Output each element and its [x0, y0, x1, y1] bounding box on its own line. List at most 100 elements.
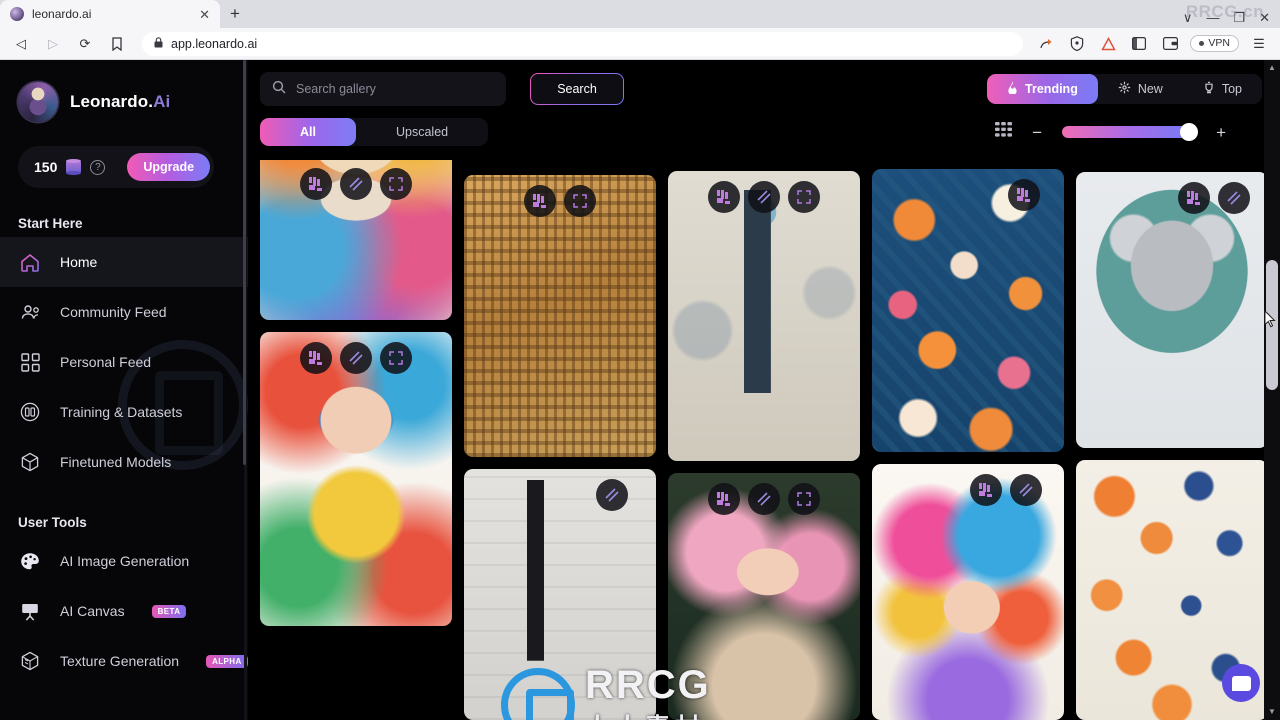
- app-viewport: Leonardo.Ai 150 ? Upgrade Start Here Hom…: [0, 60, 1280, 720]
- gallery-card[interactable]: [464, 468, 656, 720]
- sidebar-item-label: Training & Datasets: [60, 404, 183, 420]
- sidebar-icon[interactable]: [1128, 31, 1150, 57]
- remix-icon[interactable]: [300, 168, 332, 200]
- section-title-user-tools: User Tools: [18, 515, 87, 530]
- upgrade-button[interactable]: Upgrade: [127, 153, 211, 181]
- texture-cube-icon: [18, 651, 42, 671]
- vpn-button[interactable]: VPN: [1190, 35, 1239, 52]
- training-icon: [18, 402, 42, 422]
- chat-support-button[interactable]: [1222, 664, 1260, 702]
- search-input[interactable]: [296, 82, 494, 96]
- zoom-slider-knob[interactable]: [1180, 123, 1199, 141]
- grid-density-icon[interactable]: [995, 122, 1013, 142]
- help-icon[interactable]: ?: [90, 159, 106, 175]
- sidebar-scrollbar-track[interactable]: [243, 60, 247, 720]
- remix-icon[interactable]: [970, 474, 1002, 507]
- card-actions: [1076, 182, 1268, 214]
- minimize-icon[interactable]: —: [1206, 11, 1219, 24]
- gallery-card[interactable]: [260, 160, 452, 320]
- new-tab-button[interactable]: +: [220, 0, 250, 28]
- gallery-toolbar: Search Trending New: [248, 60, 1280, 160]
- bookmark-icon[interactable]: [104, 31, 130, 57]
- gallery-card[interactable]: [872, 169, 1064, 453]
- sidebar-item-ai-canvas[interactable]: AI Canvas BETA: [0, 586, 248, 636]
- tab-trending[interactable]: Trending: [987, 74, 1098, 104]
- share-icon[interactable]: [1035, 31, 1057, 57]
- tab-title: leonardo.ai: [32, 7, 92, 21]
- wallet-icon[interactable]: [1159, 31, 1181, 57]
- sidebar-item-label: AI Canvas: [60, 603, 125, 619]
- tab-new[interactable]: New: [1098, 74, 1183, 104]
- expand-icon[interactable]: [788, 482, 820, 515]
- brave-shield-icon[interactable]: [1066, 31, 1088, 57]
- sidebar-item-texture-generation[interactable]: Texture Generation ALPHA: [0, 636, 248, 686]
- gallery-card[interactable]: [1076, 172, 1268, 449]
- sidebar-item-personal-feed[interactable]: Personal Feed: [0, 337, 248, 387]
- leonardo-favicon-icon: [10, 7, 24, 21]
- zoom-out-button[interactable]: −: [1032, 124, 1042, 141]
- filter-upscaled[interactable]: Upscaled: [356, 118, 488, 146]
- remix-icon[interactable]: [708, 181, 740, 213]
- gallery-card[interactable]: [668, 472, 860, 720]
- gallery-column: [668, 160, 860, 720]
- sidebar-item-finetuned-models[interactable]: Finetuned Models: [0, 437, 248, 487]
- credits-amount: 150: [34, 159, 58, 175]
- page-scrollbar-track[interactable]: ▲ ▼: [1264, 60, 1280, 720]
- menu-icon[interactable]: ☰: [1248, 31, 1270, 57]
- search-field[interactable]: [260, 72, 506, 106]
- sidebar-item-label: Personal Feed: [60, 354, 152, 370]
- variations-icon[interactable]: [596, 478, 628, 511]
- zoom-slider[interactable]: [1062, 123, 1199, 141]
- brand[interactable]: Leonardo.Ai: [0, 60, 248, 122]
- variations-icon[interactable]: [340, 168, 372, 200]
- gallery-card[interactable]: [872, 464, 1064, 720]
- search-icon: [272, 80, 286, 99]
- forward-button[interactable]: ▷: [40, 31, 66, 57]
- gallery-card[interactable]: [464, 175, 656, 457]
- sidebar-item-ai-image-generation[interactable]: AI Image Generation: [0, 536, 248, 586]
- remix-icon[interactable]: [300, 342, 332, 374]
- sidebar-item-label: Finetuned Models: [60, 454, 172, 470]
- expand-icon[interactable]: [788, 181, 820, 213]
- variations-icon[interactable]: [748, 482, 780, 515]
- sidebar-item-training-datasets[interactable]: Training & Datasets: [0, 387, 248, 437]
- zoom-controls: − +: [995, 122, 1262, 142]
- lock-icon: [154, 36, 163, 51]
- back-button[interactable]: ◁: [8, 31, 34, 57]
- expand-icon[interactable]: [380, 342, 412, 374]
- expand-icon[interactable]: [380, 168, 412, 200]
- variations-icon[interactable]: [340, 342, 372, 374]
- home-icon: [18, 253, 42, 272]
- variations-icon[interactable]: [1218, 182, 1250, 214]
- gallery-card[interactable]: [260, 332, 452, 626]
- window-close-icon[interactable]: ✕: [1259, 11, 1270, 24]
- remix-icon[interactable]: [708, 482, 740, 515]
- tab-top[interactable]: Top: [1183, 74, 1262, 104]
- sidebar-item-home[interactable]: Home: [0, 237, 248, 287]
- sidebar-item-community-feed[interactable]: Community Feed: [0, 287, 248, 337]
- expand-icon[interactable]: [564, 185, 596, 217]
- gallery-card[interactable]: [668, 171, 860, 461]
- maximize-icon[interactable]: ❐: [1233, 11, 1245, 24]
- leo-ai-icon[interactable]: [1097, 31, 1119, 57]
- scroll-down-arrow[interactable]: ▼: [1264, 704, 1280, 720]
- scroll-up-arrow[interactable]: ▲: [1264, 60, 1280, 76]
- easel-icon: [18, 602, 42, 621]
- variations-icon[interactable]: [1010, 474, 1042, 507]
- search-button[interactable]: Search: [530, 73, 624, 105]
- chat-bubble-icon: [1231, 675, 1251, 691]
- url-bar[interactable]: app.leonardo.ai: [142, 31, 1024, 56]
- zoom-in-button[interactable]: +: [1216, 124, 1226, 141]
- reload-button[interactable]: ⟳: [72, 31, 98, 57]
- sidebar-scrollbar-thumb[interactable]: [243, 60, 246, 465]
- variations-icon[interactable]: [748, 181, 780, 213]
- browser-tab[interactable]: leonardo.ai ✕: [0, 0, 220, 28]
- filter-all[interactable]: All: [260, 118, 356, 146]
- remix-icon[interactable]: [1178, 182, 1210, 214]
- page-scrollbar-thumb[interactable]: [1266, 260, 1278, 390]
- remix-icon[interactable]: [1008, 179, 1040, 211]
- close-icon[interactable]: ✕: [199, 8, 210, 21]
- window-controls: ∨ — ❐ ✕: [1183, 11, 1280, 28]
- remix-icon[interactable]: [524, 185, 556, 217]
- chevron-down-icon[interactable]: ∨: [1183, 11, 1193, 24]
